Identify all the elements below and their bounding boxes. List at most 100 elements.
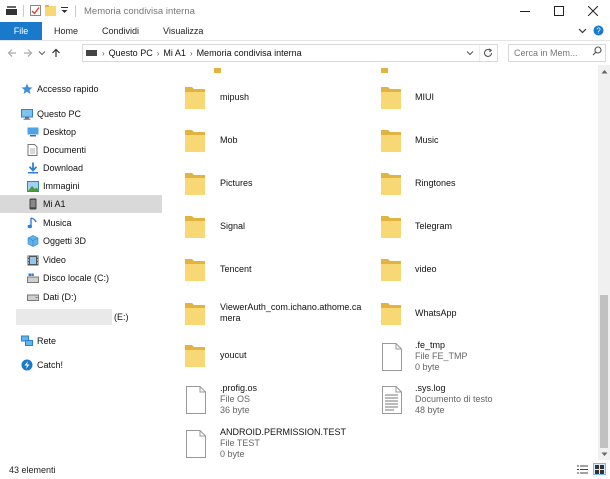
file-item[interactable]: .profig.os File OS 36 byte	[170, 382, 366, 418]
folder-name: youcut	[220, 349, 247, 360]
folder-item[interactable]: mipush	[170, 83, 366, 111]
folder-name: MIUI	[415, 91, 434, 102]
folder-item[interactable]: Mob	[170, 126, 366, 154]
sidebar-item-desktop[interactable]: Desktop	[26, 123, 76, 141]
file-list: mipush MIUI Mob Music Pictures Ringtones…	[170, 65, 598, 460]
ribbon-controls: ?	[578, 25, 604, 38]
scroll-down-button[interactable]	[598, 448, 610, 460]
help-icon[interactable]: ?	[593, 25, 604, 38]
folder-name: Pictures	[220, 177, 253, 188]
refresh-button[interactable]	[479, 45, 495, 61]
search-icon[interactable]	[592, 46, 602, 59]
folder-item[interactable]: video	[366, 255, 566, 283]
folder-item[interactable]: Signal	[170, 212, 366, 240]
up-button[interactable]	[48, 44, 64, 62]
divider	[23, 5, 24, 17]
vertical-scrollbar[interactable]	[598, 65, 610, 460]
sidebar-item-mi-a1[interactable]: Mi A1	[0, 195, 162, 213]
back-button[interactable]	[4, 44, 20, 62]
scroll-up-button[interactable]	[598, 65, 610, 77]
scrollbar-thumb[interactable]	[600, 295, 608, 448]
search-input[interactable]: Cerca in Mem...	[508, 44, 606, 62]
tab-share[interactable]: Condividi	[90, 22, 151, 40]
file-details: .fe_tmp File FE_TMP 0 byte	[415, 340, 468, 373]
sidebar-item-local-disk-c[interactable]: Disco locale (C:)	[26, 269, 109, 287]
folder-name: Ringtones	[415, 177, 456, 188]
system-menu-icon[interactable]	[6, 5, 17, 17]
view-switcher	[576, 463, 606, 475]
breadcrumb-this-pc[interactable]: Questo PC	[106, 48, 156, 58]
recent-locations-button[interactable]	[36, 44, 48, 62]
address-bar[interactable]: › Questo PC › Mi A1 › Memoria condivisa …	[82, 44, 498, 62]
folder-name: Mob	[220, 134, 238, 145]
folder-name: Tencent	[220, 263, 252, 274]
svg-text:?: ?	[596, 26, 601, 35]
details-view-button[interactable]	[576, 463, 589, 475]
phone-icon	[26, 198, 39, 211]
folder-icon	[185, 345, 205, 367]
folder-item[interactable]: Pictures	[170, 169, 366, 197]
folder-item[interactable]: youcut	[170, 341, 366, 369]
tab-home[interactable]: Home	[42, 22, 90, 40]
sidebar-item-drive-e[interactable]: (E:)	[16, 308, 129, 326]
folder-item[interactable]: Music	[366, 126, 566, 154]
file-name: ANDROID.PERMISSION.TEST	[220, 427, 347, 437]
nav-this-pc[interactable]: Questo PC	[20, 105, 81, 123]
nav-network[interactable]: Rete	[20, 332, 56, 350]
folder-icon	[381, 303, 401, 325]
breadcrumb-internal-storage[interactable]: Memoria condivisa interna	[194, 48, 305, 58]
new-folder-icon[interactable]	[45, 4, 56, 18]
drive-icon	[26, 291, 39, 304]
sidebar-item-3d-objects[interactable]: Oggetti 3D	[26, 232, 86, 250]
close-button[interactable]	[576, 0, 610, 22]
catch-app-icon	[20, 359, 33, 372]
divider	[75, 5, 76, 17]
file-item[interactable]: .sys.log Documento di testo 48 byte	[366, 382, 566, 418]
folder-item[interactable]: Tencent	[170, 255, 366, 283]
sidebar-item-data-d[interactable]: Dati (D:)	[26, 288, 77, 306]
device-icon	[86, 48, 97, 59]
file-type: File OS	[220, 394, 251, 404]
folder-icon	[381, 259, 401, 281]
tab-file[interactable]: File	[0, 22, 42, 40]
nav-quick-access[interactable]: Accesso rapido	[20, 80, 99, 98]
nav-catch[interactable]: Catch!	[20, 356, 63, 374]
tab-view[interactable]: Visualizza	[151, 22, 215, 40]
file-icon	[186, 430, 206, 458]
text-document-icon	[382, 386, 402, 414]
sidebar-item-video[interactable]: Video	[26, 251, 66, 269]
sidebar-item-documents[interactable]: Documenti	[26, 141, 86, 159]
folder-item[interactable]: WhatsApp	[366, 299, 566, 327]
file-details: .sys.log Documento di testo 48 byte	[415, 383, 493, 416]
maximize-button[interactable]	[542, 0, 576, 22]
address-dropdown-button[interactable]	[463, 45, 477, 61]
folder-item[interactable]: MIUI	[366, 83, 566, 111]
folder-icon	[185, 173, 205, 195]
ribbon: File Home Condividi Visualizza ?	[0, 22, 610, 41]
chevron-down-icon[interactable]	[60, 6, 69, 17]
folder-item[interactable]: Telegram	[366, 212, 566, 240]
item-count: 43 elementi	[9, 464, 56, 475]
sidebar-item-music[interactable]: Musica	[26, 214, 72, 232]
properties-icon[interactable]	[30, 4, 41, 18]
file-item[interactable]: .fe_tmp File FE_TMP 0 byte	[366, 339, 566, 375]
expand-ribbon-icon[interactable]	[578, 26, 587, 37]
scrolled-items-edge	[214, 68, 388, 73]
folder-item[interactable]: Ringtones	[366, 169, 566, 197]
breadcrumb-mi-a1[interactable]: Mi A1	[160, 48, 189, 58]
sidebar-item-images[interactable]: Immagini	[26, 177, 80, 195]
sidebar-item-download[interactable]: Download	[26, 159, 83, 177]
nav-label: Questo PC	[37, 109, 82, 119]
minimize-button[interactable]	[508, 0, 542, 22]
nav-label: Rete	[37, 336, 57, 346]
folder-name: ViewerAuth_com.ichano.athome.camera	[220, 302, 362, 323]
file-icon	[186, 386, 206, 414]
forward-button[interactable]	[20, 44, 36, 62]
nav-label: Download	[43, 163, 84, 173]
redacted-drive-name	[16, 309, 112, 325]
file-item[interactable]: ANDROID.PERMISSION.TEST File TEST 0 byte	[170, 426, 366, 460]
large-icons-view-button[interactable]	[593, 463, 606, 475]
network-icon	[20, 335, 33, 348]
navigation-bar: › Questo PC › Mi A1 › Memoria condivisa …	[0, 41, 610, 65]
folder-item[interactable]: ViewerAuth_com.ichano.athome.camera	[170, 299, 366, 327]
